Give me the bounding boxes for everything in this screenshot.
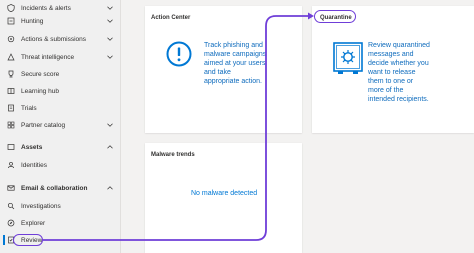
assets-icon (7, 143, 15, 151)
sidebar-item-label: Secure score (21, 70, 60, 78)
chevron-up-icon (106, 143, 114, 151)
alert-shield-icon (7, 4, 15, 12)
sidebar-item-label: Trials (21, 104, 37, 112)
email-icon (7, 184, 15, 192)
chevron-down-icon (106, 17, 114, 25)
chevron-up-icon (106, 184, 114, 192)
sidebar-item-investigations[interactable]: Investigations (0, 198, 121, 214)
sidebar: Incidents & alerts Hunting Actions & sub… (0, 0, 121, 253)
chevron-down-icon (106, 121, 114, 129)
sidebar-item-label: Learning hub (21, 87, 59, 95)
action-center-card[interactable]: Action Center Track phishing and malware… (145, 6, 302, 133)
malware-trends-card[interactable]: Malware trends No malware detected (145, 143, 302, 253)
selection-indicator (3, 235, 5, 245)
sidebar-item-hunting[interactable]: Hunting (0, 13, 121, 29)
sidebar-section-assets[interactable]: Assets (0, 139, 121, 155)
sidebar-item-label: Explorer (21, 219, 46, 227)
sidebar-item-label: Hunting (21, 17, 44, 25)
learning-hub-icon (7, 87, 15, 95)
card-title: Action Center (151, 15, 191, 21)
identities-icon (7, 161, 15, 169)
main-content: Action Center Track phishing and malware… (121, 0, 474, 253)
quarantine-highlight (314, 10, 356, 23)
quarantine-card[interactable]: Quarantine Review quarantined messages a… (312, 6, 474, 133)
threat-intel-icon (7, 53, 15, 61)
sidebar-item-learning-hub[interactable]: Learning hub (0, 83, 121, 99)
chevron-down-icon (106, 53, 114, 61)
sidebar-item-actions-submissions[interactable]: Actions & submissions (0, 31, 121, 47)
info-icon (166, 41, 192, 67)
partner-catalog-icon (7, 121, 15, 129)
empty-state-text: No malware detected (191, 190, 258, 197)
chevron-down-icon (106, 4, 114, 12)
sidebar-item-secure-score[interactable]: Secure score (0, 66, 121, 82)
sidebar-item-label: Incidents & alerts (21, 4, 71, 12)
sidebar-item-label: Actions & submissions (21, 35, 87, 43)
actions-icon (7, 35, 15, 43)
sidebar-section-label: Email & collaboration (21, 184, 88, 192)
sidebar-item-label: Investigations (21, 202, 61, 210)
hunting-icon (7, 17, 15, 25)
investigations-icon (7, 202, 15, 210)
sidebar-item-explorer[interactable]: Explorer (0, 215, 121, 231)
action-center-description: Track phishing and malware campaigns aim… (204, 42, 267, 85)
sidebar-item-partner-catalog[interactable]: Partner catalog (0, 117, 121, 133)
sidebar-section-label: Assets (21, 143, 43, 151)
sidebar-item-label: Threat intelligence (21, 53, 75, 61)
sidebar-item-label: Partner catalog (21, 121, 66, 129)
review-highlight (13, 234, 43, 246)
sidebar-section-email-collaboration[interactable]: Email & collaboration (0, 180, 121, 196)
chevron-down-icon (106, 35, 114, 43)
trials-icon (7, 104, 15, 112)
explorer-icon (7, 219, 15, 227)
quarantine-description: Review quarantined messages and decide w… (368, 42, 430, 103)
sidebar-item-identities[interactable]: Identities (0, 157, 121, 173)
quarantine-vault-icon (333, 42, 363, 76)
trophy-icon (7, 70, 15, 78)
card-title: Malware trends (151, 152, 195, 158)
sidebar-item-threat-intelligence[interactable]: Threat intelligence (0, 49, 121, 65)
sidebar-item-trials[interactable]: Trials (0, 100, 121, 116)
sidebar-item-label: Identities (21, 161, 48, 169)
